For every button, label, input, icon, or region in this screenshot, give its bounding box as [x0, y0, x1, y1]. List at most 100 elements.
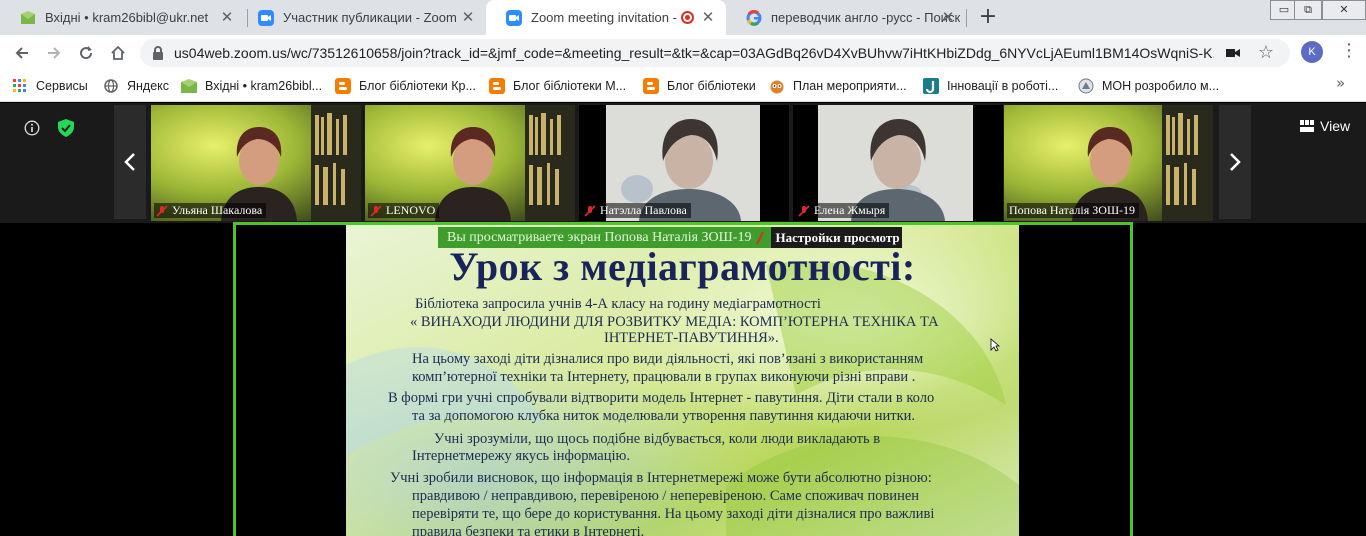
slide-line: та за допомогою клубка ниток моделювали … — [412, 408, 916, 424]
address-bar[interactable]: us04web.zoom.us/wc/73512610658/join?trac… — [140, 39, 1290, 67]
slide-line: правила безпеки та етики в Інтернеті. — [412, 524, 645, 536]
zoom-icon — [506, 9, 522, 26]
slide-line: перевіряти те, що бере до користування. … — [412, 506, 935, 522]
slide-line: Учні зробили висновок, що інформація в І… — [390, 470, 932, 486]
previous-page-button[interactable] — [114, 105, 146, 219]
back-button[interactable] — [8, 39, 36, 67]
bookmark-mail[interactable]: Вхідні • kram26bibl... — [181, 76, 322, 96]
participant-strip: Ульяна Шакалова LENOVO Натэлла Павлова Е… — [0, 103, 1366, 223]
close-icon[interactable]: ✕ — [700, 9, 716, 25]
lock-icon — [153, 46, 163, 60]
bookmark-label: Сервисы — [36, 79, 88, 93]
camera-icon[interactable] — [1226, 46, 1240, 60]
home-icon — [111, 45, 125, 60]
bookmark-label: МОН розробило м... — [1102, 79, 1220, 93]
participant-tile[interactable]: Натэлла Павлова — [579, 105, 789, 221]
blogger-icon — [643, 78, 659, 94]
tab-title: Вхідні • kram26bibl@ukr.net — [45, 10, 209, 25]
maximize-button[interactable]: ⧉ — [1294, 0, 1322, 20]
bookmark-yandex[interactable]: Яндекс — [103, 76, 169, 96]
close-icon[interactable]: ✕ — [940, 9, 956, 25]
mail-icon — [181, 78, 197, 94]
j-icon — [923, 78, 939, 94]
slash-divider-icon — [756, 231, 765, 244]
slide-title: Урок з медіаграмотності: — [449, 244, 916, 289]
mail-icon — [20, 10, 36, 26]
info-icon[interactable] — [24, 120, 40, 136]
participant-name-text: Ульяна Шакалова — [172, 203, 263, 217]
close-icon[interactable]: ✕ — [219, 9, 235, 25]
bookmark-mon[interactable]: МОН розробило м... — [1078, 76, 1219, 96]
forward-button[interactable] — [40, 39, 68, 67]
toolbar: us04web.zoom.us/wc/73512610658/join?trac… — [0, 35, 1366, 70]
view-options-button[interactable]: Настройки просмотр — [771, 227, 902, 248]
close-window-button[interactable]: ✕ — [1322, 0, 1366, 20]
slide-line: Учні зрозуміли, що щось подібне відбуває… — [434, 431, 881, 447]
bookmark-blog-kr[interactable]: Блог бібліотеки Кр... — [335, 76, 476, 96]
zoom-icon — [258, 9, 274, 26]
reload-icon — [80, 46, 93, 60]
participant-name: Натэлла Павлова — [582, 203, 691, 218]
participant-name: Попова Наталія ЗОШ-19 — [1007, 203, 1140, 218]
bookmark-blog[interactable]: Блог бібліотеки — [643, 76, 756, 96]
slide-line: правдивою / неправдивою, перевіреною / н… — [412, 488, 920, 504]
profile-avatar[interactable]: K — [1301, 41, 1323, 63]
globe-icon — [103, 78, 119, 94]
new-tab-button[interactable]: + — [976, 4, 1000, 30]
home-button[interactable] — [104, 39, 132, 67]
shield-check-icon[interactable] — [58, 119, 74, 137]
blogger-icon — [489, 78, 505, 94]
participant-tile-active-speaker[interactable]: Попова Наталія ЗОШ-19 — [1004, 105, 1213, 221]
arrow-right-icon — [48, 47, 61, 59]
bookmark-innovations[interactable]: Інновації в роботі... — [923, 76, 1058, 96]
close-icon[interactable]: ✕ — [460, 9, 476, 25]
shared-screen: Урок з медіаграмотності: Бібліотека запр… — [233, 222, 1133, 536]
bookmark-label: Інновації в роботі... — [947, 79, 1059, 93]
muted-mic-icon — [798, 204, 810, 217]
next-page-button[interactable] — [1219, 105, 1251, 219]
bookmark-label: Вхідні • kram26bibl... — [205, 79, 323, 93]
bookmark-blog-m[interactable]: Блог бібліотеки М... — [489, 76, 626, 96]
participant-tile[interactable]: LENOVO — [365, 105, 575, 221]
google-icon — [746, 9, 762, 26]
tab-strip: Вхідні • kram26bibl@ukr.net ✕ Участник п… — [0, 0, 1366, 35]
participant-name-text: Елена Жмыря — [814, 203, 886, 217]
bookmark-plan[interactable]: План мероприяти... — [769, 76, 907, 96]
slide-line: Бібліотека запросила учнів 4-А класу на … — [415, 296, 821, 312]
recording-icon — [681, 11, 694, 24]
bookmark-label: Яндекс — [127, 79, 170, 93]
participant-name: LENOVO — [368, 203, 440, 218]
muted-mic-icon — [156, 204, 168, 217]
tab-zoom-invitation[interactable]: Zoom meeting invitation - Z ✕ — [486, 0, 726, 35]
tab-mail[interactable]: Вхідні • kram26bibl@ukr.net ✕ — [0, 0, 245, 35]
bookmark-services[interactable]: Сервисы — [12, 76, 88, 96]
muted-mic-icon — [370, 204, 382, 217]
url-text: us04web.zoom.us/wc/73512610658/join?trac… — [174, 45, 1214, 61]
slide-line: Інтернетмережу якусь інформацію. — [412, 448, 630, 464]
mouse-cursor-icon — [990, 338, 1000, 352]
participant-name-text: Попова Наталія ЗОШ-19 — [1009, 203, 1136, 217]
slide-line: В формі гри учні спробували відтворити м… — [388, 390, 935, 406]
participant-tile[interactable]: Ульяна Шакалова — [151, 105, 361, 221]
participant-name-text: Натэлла Павлова — [600, 203, 687, 217]
reload-button[interactable] — [72, 39, 100, 67]
sharing-banner: Вы просматриваете экран Попова Наталія З… — [438, 227, 902, 248]
chevron-left-icon — [124, 153, 135, 171]
owl-icon — [769, 78, 785, 94]
bookmarks-overflow-button[interactable]: » — [1336, 74, 1345, 92]
view-button[interactable]: View — [1300, 116, 1350, 136]
browser-window: Вхідні • kram26bibl@ukr.net ✕ Участник п… — [0, 0, 1366, 536]
bookmark-label: Блог бібліотеки Кр... — [359, 79, 476, 93]
bookmark-star-icon[interactable]: ☆ — [1258, 42, 1274, 63]
mon-icon — [1078, 78, 1094, 94]
tab-google-search[interactable]: переводчик англо -русс - Поиск ✕ — [726, 0, 966, 35]
tab-zoom-participant[interactable]: Участник публикации - Zoom ✕ — [238, 0, 486, 35]
presentation-slide: Урок з медіаграмотності: Бібліотека запр… — [346, 225, 1019, 536]
participant-tile[interactable]: Елена Жмыря — [793, 105, 1003, 221]
participant-name-text: LENOVO — [386, 203, 436, 217]
browser-menu-icon[interactable]: ⋮ — [1340, 38, 1358, 64]
tab-title: Zoom meeting invitation - Z — [531, 10, 681, 25]
bookmark-label: План мероприяти... — [793, 79, 907, 93]
slide-line: комп’ютерної техніки та Інтернету, працю… — [412, 369, 916, 385]
sharing-text: Вы просматриваете экран Попова Наталія З… — [447, 229, 752, 245]
